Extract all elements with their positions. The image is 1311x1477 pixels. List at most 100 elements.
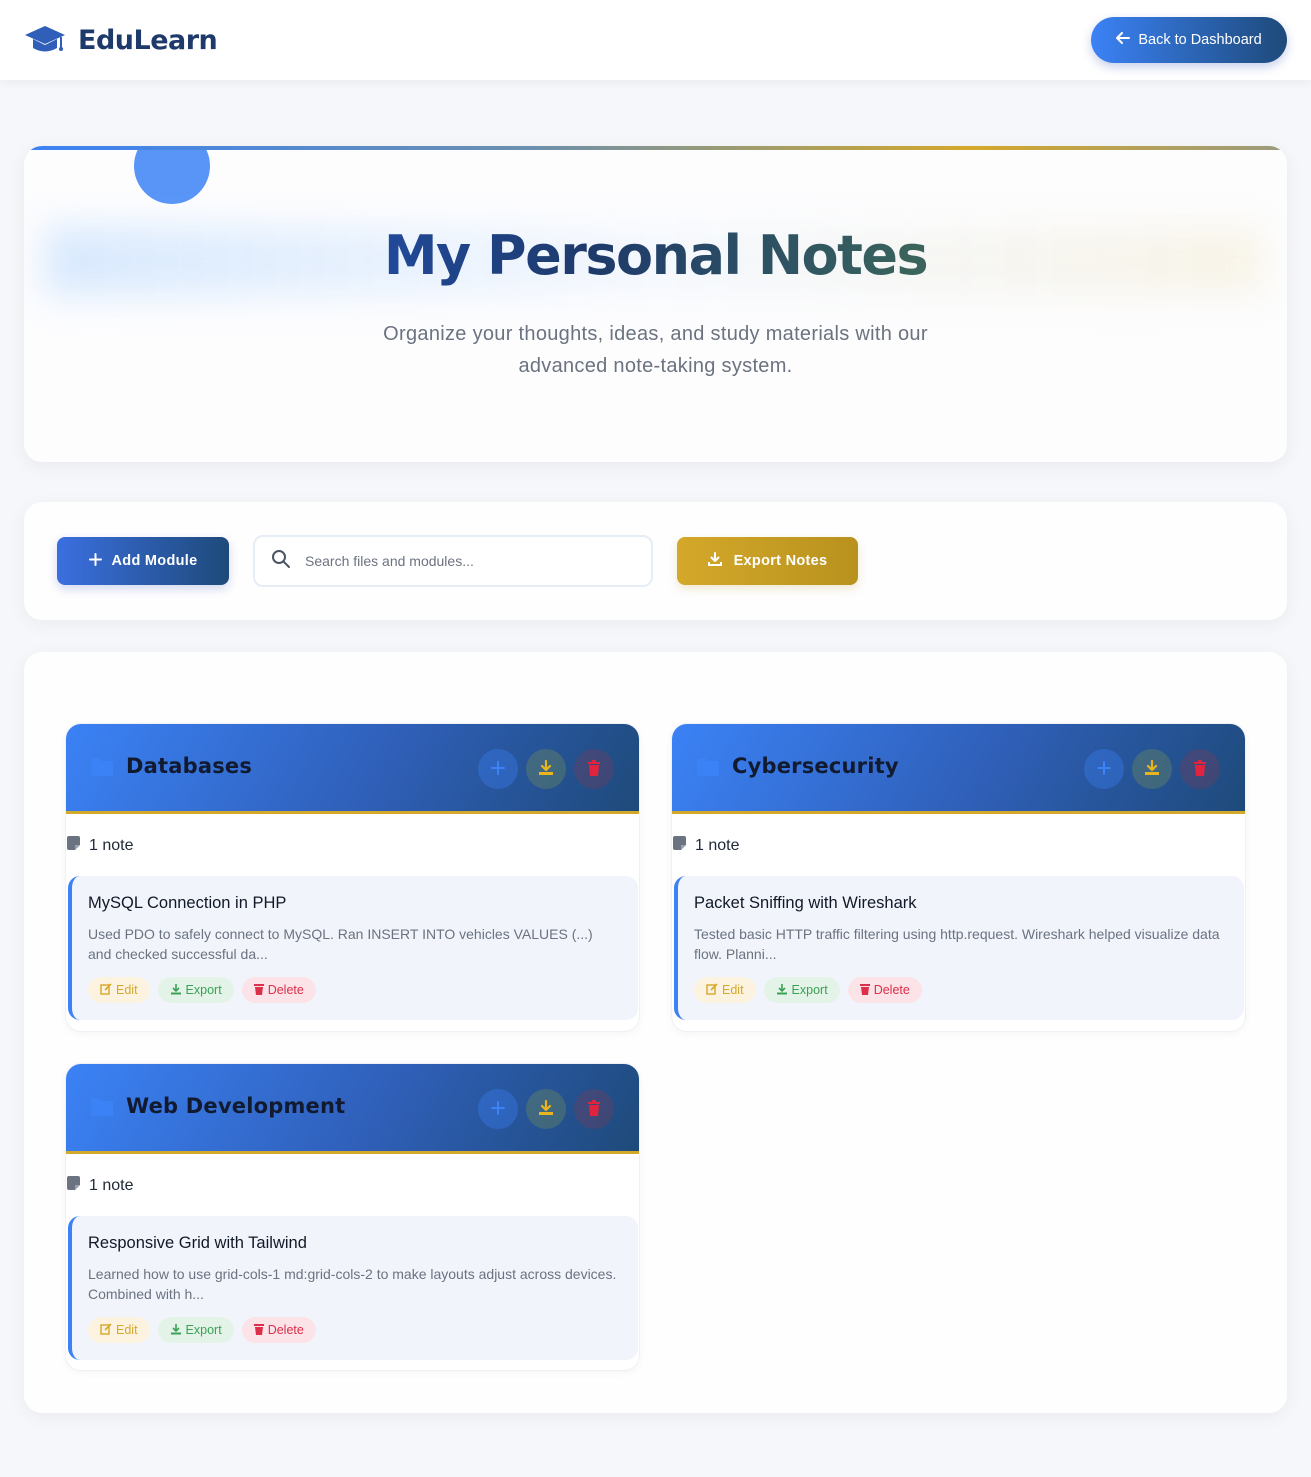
edit-icon	[100, 982, 112, 998]
delete-module-button[interactable]	[1180, 749, 1220, 789]
note-preview: Learned how to use grid-cols-1 md:grid-c…	[88, 1266, 617, 1302]
module-card-web-development: Web Development 1 note Responsive Grid w…	[65, 1063, 640, 1371]
hero-accent-line	[24, 146, 1287, 150]
download-icon	[538, 1099, 554, 1119]
plus-icon	[1097, 760, 1111, 778]
edit-icon	[100, 1322, 112, 1338]
module-header: Cybersecurity	[672, 724, 1245, 814]
download-icon	[776, 983, 788, 998]
export-notes-button[interactable]: Export Notes	[677, 537, 858, 585]
toolbar: Add Module Export Notes	[24, 502, 1287, 620]
brand-name: EduLearn	[78, 24, 218, 56]
back-to-dashboard-label: Back to Dashboard	[1138, 32, 1262, 48]
graduation-cap-icon	[24, 24, 66, 56]
trash-icon	[587, 1099, 601, 1119]
add-note-button[interactable]	[478, 749, 518, 789]
sticky-note-icon	[66, 1176, 80, 1195]
hero-decoration	[134, 146, 210, 204]
export-notes-label: Export Notes	[733, 553, 828, 569]
add-module-label: Add Module	[111, 553, 198, 569]
note-card[interactable]: Packet Sniffing with Wireshark Tested ba…	[674, 876, 1244, 1020]
delete-module-button[interactable]	[574, 749, 614, 789]
trash-icon	[253, 983, 264, 998]
delete-label: Delete	[267, 983, 304, 997]
search-box[interactable]	[253, 535, 653, 587]
export-label: Export	[185, 1323, 222, 1337]
delete-module-button[interactable]	[574, 1089, 614, 1129]
note-count: 1 note	[672, 836, 739, 855]
export-note-button[interactable]: Export	[763, 977, 840, 1003]
note-card[interactable]: MySQL Connection in PHP Used PDO to safe…	[68, 876, 638, 1020]
plus-icon	[491, 760, 505, 778]
edit-label: Edit	[116, 983, 138, 997]
add-note-button[interactable]	[478, 1089, 518, 1129]
hero-section: My Personal Notes Organize your thoughts…	[24, 146, 1287, 462]
note-count-label: 1 note	[89, 1176, 134, 1194]
folder-icon	[696, 757, 720, 779]
module-header: Web Development	[66, 1064, 639, 1154]
delete-note-button[interactable]: Delete	[241, 1317, 316, 1343]
download-icon	[1144, 759, 1160, 779]
note-title: Packet Sniffing with Wireshark	[694, 894, 917, 912]
export-label: Export	[791, 983, 828, 997]
page-title: My Personal Notes	[24, 224, 1287, 287]
module-card-cybersecurity: Cybersecurity 1 note Packet Sniffing wit…	[671, 723, 1246, 1032]
edit-note-button[interactable]: Edit	[88, 1317, 150, 1343]
delete-label: Delete	[267, 1323, 304, 1337]
note-count: 1 note	[66, 836, 133, 855]
search-input[interactable]	[305, 553, 625, 569]
edit-icon	[706, 982, 718, 998]
modules-panel: Databases 1 note MySQL Connection in PHP…	[24, 652, 1287, 1413]
note-preview: Used PDO to safely connect to MySQL. Ran…	[88, 926, 593, 962]
note-preview: Tested basic HTTP traffic filtering usin…	[694, 926, 1220, 962]
edit-label: Edit	[116, 1323, 138, 1337]
trash-icon	[1193, 759, 1207, 779]
folder-icon	[90, 1097, 114, 1119]
export-module-button[interactable]	[1132, 749, 1172, 789]
trash-icon	[587, 759, 601, 779]
download-icon	[538, 759, 554, 779]
delete-note-button[interactable]: Delete	[241, 977, 316, 1003]
export-module-button[interactable]	[526, 1089, 566, 1129]
edit-note-button[interactable]: Edit	[88, 977, 150, 1003]
download-icon	[170, 983, 182, 998]
delete-note-button[interactable]: Delete	[847, 977, 922, 1003]
arrow-left-icon	[1116, 32, 1131, 48]
note-count: 1 note	[66, 1176, 133, 1195]
sticky-note-icon	[66, 836, 80, 855]
download-icon	[170, 1323, 182, 1338]
note-count-label: 1 note	[695, 836, 740, 854]
note-actions: Edit Export Delete	[88, 1317, 316, 1343]
trash-icon	[253, 1323, 264, 1338]
brand[interactable]: EduLearn	[24, 24, 218, 56]
trash-icon	[859, 983, 870, 998]
note-title: Responsive Grid with Tailwind	[88, 1234, 307, 1252]
module-title: Databases	[126, 754, 253, 778]
plus-icon	[491, 1100, 505, 1118]
folder-icon	[90, 757, 114, 779]
note-count-label: 1 note	[89, 836, 134, 854]
export-module-button[interactable]	[526, 749, 566, 789]
note-actions: Edit Export Delete	[694, 977, 922, 1003]
module-title: Cybersecurity	[732, 754, 899, 778]
plus-icon	[88, 552, 102, 570]
note-title: MySQL Connection in PHP	[88, 894, 287, 912]
top-navbar: EduLearn Back to Dashboard	[0, 0, 1311, 80]
add-note-button[interactable]	[1084, 749, 1124, 789]
module-card-databases: Databases 1 note MySQL Connection in PHP…	[65, 723, 640, 1032]
search-icon	[271, 549, 291, 574]
export-label: Export	[185, 983, 222, 997]
export-note-button[interactable]: Export	[157, 977, 234, 1003]
export-note-button[interactable]: Export	[157, 1317, 234, 1343]
add-module-button[interactable]: Add Module	[57, 537, 229, 585]
download-icon	[707, 552, 722, 570]
note-card[interactable]: Responsive Grid with Tailwind Learned ho…	[68, 1216, 638, 1360]
module-title: Web Development	[126, 1094, 346, 1118]
back-to-dashboard-button[interactable]: Back to Dashboard	[1091, 17, 1287, 63]
edit-note-button[interactable]: Edit	[694, 977, 756, 1003]
edit-label: Edit	[722, 983, 744, 997]
sticky-note-icon	[672, 836, 686, 855]
note-actions: Edit Export Delete	[88, 977, 316, 1003]
page-subtitle: Organize your thoughts, ideas, and study…	[383, 323, 928, 377]
module-header: Databases	[66, 724, 639, 814]
